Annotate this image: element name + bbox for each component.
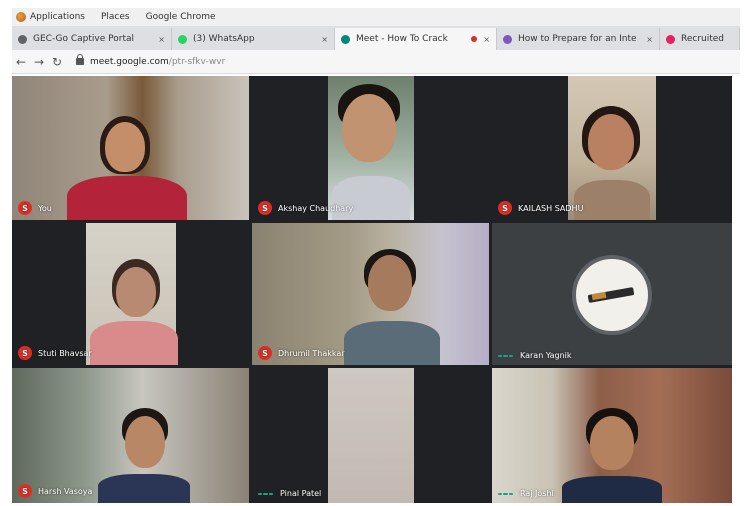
close-icon[interactable]: × — [158, 35, 165, 44]
os-menu-label: Applications — [30, 12, 85, 22]
participant-name: You — [38, 203, 52, 213]
participant-name: Dhrumil Thakkar — [278, 348, 345, 358]
participant-nameplate: S Dhrumil Thakkar — [258, 346, 345, 360]
speaking-indicator-icon — [258, 492, 274, 495]
url-field[interactable]: meet.google.com /ptr-sfkv-wvr — [72, 53, 732, 70]
participant-tile-kailash[interactable]: S KAILASH SADHU — [492, 76, 732, 220]
participant-nameplate: S Stuti Bhavsar — [18, 346, 92, 360]
os-menu-label: Google Chrome — [145, 12, 216, 22]
mic-muted-icon: S — [258, 201, 272, 215]
participant-nameplate: Raj Joshi — [498, 489, 554, 498]
participant-tile-raj[interactable]: Raj Joshi — [492, 368, 732, 503]
os-menu-applications[interactable]: Applications — [16, 12, 85, 22]
browser-tab-strip: GEC-Go Captive Portal × (3) WhatsApp × M… — [12, 26, 740, 50]
tab-label: (3) WhatsApp — [193, 34, 255, 44]
participant-nameplate: S You — [18, 201, 52, 215]
participant-tile-stuti[interactable]: S Stuti Bhavsar — [12, 223, 249, 365]
portal-favicon-icon — [18, 34, 27, 44]
participant-tile-you[interactable]: S You — [12, 76, 249, 220]
tab-label: GEC-Go Captive Portal — [33, 34, 134, 44]
participant-tile-pinal[interactable]: Pinal Patel — [252, 368, 489, 503]
participant-name: Karan Yagnik — [520, 351, 572, 360]
mic-muted-icon: S — [498, 201, 512, 215]
tab-interview-prep[interactable]: How to Prepare for an Inte × — [497, 28, 660, 50]
participant-tile-dhrumil[interactable]: S Dhrumil Thakkar — [252, 223, 489, 365]
os-menu-places[interactable]: Places — [101, 12, 130, 22]
tab-recruited[interactable]: Recruited — [660, 28, 740, 50]
participant-name: Akshay Chaudhary — [278, 203, 354, 213]
address-bar: ← → ↻ meet.google.com /ptr-sfkv-wvr — [12, 50, 740, 74]
close-icon[interactable]: × — [646, 35, 653, 44]
speaking-indicator-icon — [498, 492, 514, 495]
mic-muted-icon: S — [18, 484, 32, 498]
participant-nameplate: Pinal Patel — [258, 489, 321, 498]
meet-favicon-icon — [341, 34, 350, 44]
os-top-bar: Applications Places Google Chrome — [12, 8, 740, 26]
tab-meet[interactable]: Meet - How To Crack × — [335, 28, 497, 50]
mic-muted-icon: S — [18, 346, 32, 360]
site-favicon-icon — [666, 34, 675, 44]
site-favicon-icon — [503, 34, 512, 44]
participant-nameplate: S Akshay Chaudhary — [258, 201, 353, 215]
url-host: meet.google.com — [90, 56, 169, 67]
mic-muted-icon: S — [258, 346, 272, 360]
video-feed — [328, 368, 414, 503]
participant-nameplate: S KAILASH SADHU — [498, 201, 583, 215]
participant-name: Harsh Vasoya — [38, 486, 93, 496]
meet-video-grid: S You S Akshay Chaudhary S KAILASH SADHU… — [12, 76, 732, 503]
whatsapp-favicon-icon — [178, 34, 187, 44]
participant-tile-akshay[interactable]: S Akshay Chaudhary — [252, 76, 489, 220]
tab-label: Recruited — [681, 34, 725, 44]
participant-name: KAILASH SADHU — [518, 203, 584, 213]
close-icon[interactable]: × — [321, 35, 328, 44]
screen: Applications Places Google Chrome GEC-Go… — [0, 0, 745, 506]
recording-dot-icon — [471, 36, 478, 42]
participant-name: Stuti Bhavsar — [38, 348, 92, 358]
os-menu-label: Places — [100, 12, 130, 22]
participant-tile-harsh[interactable]: S Harsh Vasoya — [12, 368, 249, 503]
applications-icon — [16, 12, 26, 22]
forward-arrow-icon[interactable]: → — [30, 55, 48, 69]
participant-nameplate: Karan Yagnik — [498, 351, 572, 360]
url-path: /ptr-sfkv-wvr — [168, 56, 226, 67]
os-menu-google-chrome[interactable]: Google Chrome — [146, 12, 216, 22]
participant-name: Pinal Patel — [280, 489, 322, 498]
lock-icon — [76, 54, 84, 65]
tab-captive-portal[interactable]: GEC-Go Captive Portal × — [12, 28, 172, 50]
tab-label: Meet - How To Crack — [356, 34, 448, 44]
back-arrow-icon[interactable]: ← — [12, 55, 30, 69]
participant-nameplate: S Harsh Vasoya — [18, 484, 92, 498]
speaking-indicator-icon — [498, 354, 514, 357]
close-icon[interactable]: × — [483, 35, 490, 44]
tab-whatsapp[interactable]: (3) WhatsApp × — [172, 28, 335, 50]
tab-label: How to Prepare for an Inte — [518, 34, 637, 44]
mic-muted-icon: S — [18, 201, 32, 215]
participant-tile-karan[interactable]: Karan Yagnik — [492, 223, 732, 365]
reload-icon[interactable]: ↻ — [48, 55, 66, 69]
participant-name: Raj Joshi — [520, 489, 554, 498]
